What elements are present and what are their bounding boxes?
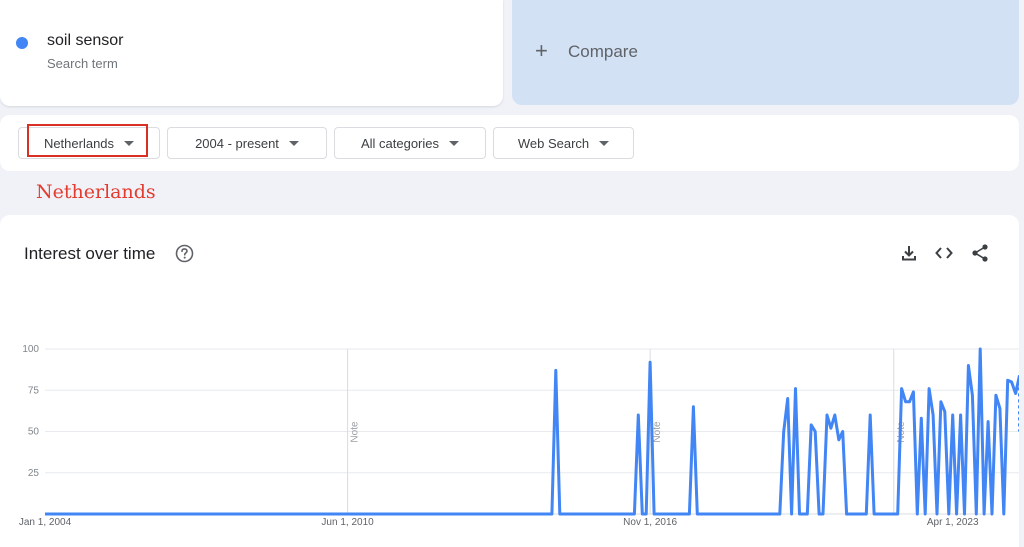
chevron-down-icon xyxy=(599,140,610,146)
y-tick-label: 75 xyxy=(28,385,40,396)
x-tick-label: Nov 1, 2016 xyxy=(623,517,677,528)
y-tick-label: 50 xyxy=(28,427,40,438)
panel-title: Interest over time xyxy=(24,244,156,263)
interest-over-time-chart: 255075100Note Note NoteJan 1, 2004 Jun 1, 2… xyxy=(19,344,1019,528)
search-term-subtitle: Search term xyxy=(47,56,118,71)
search-term-name[interactable]: soil sensor xyxy=(47,32,123,50)
x-tick-label: Jun 1, 2010 xyxy=(321,517,374,528)
category-filter[interactable]: All categories xyxy=(334,127,486,159)
category-filter-label: All categories xyxy=(360,135,440,151)
note-label: Note xyxy=(652,421,663,443)
region-filter-label: Netherlands xyxy=(43,135,115,151)
embed-icon[interactable] xyxy=(934,243,954,263)
x-tick-label: Jan 1, 2004 xyxy=(19,517,72,528)
filter-bar: Netherlands 2004 - present All categorie… xyxy=(0,115,1019,171)
chevron-down-icon xyxy=(288,140,299,146)
y-tick-label: 25 xyxy=(28,468,40,479)
compare-label[interactable]: Compare xyxy=(568,42,638,62)
region-filter[interactable]: Netherlands xyxy=(18,127,160,159)
chevron-down-icon xyxy=(449,140,460,146)
download-icon[interactable] xyxy=(899,243,919,263)
chevron-down-icon xyxy=(124,140,135,146)
help-icon[interactable] xyxy=(175,244,194,263)
time-range-filter-label: 2004 - present xyxy=(195,135,279,151)
search-type-filter-label: Web Search xyxy=(517,135,590,151)
time-range-filter[interactable]: 2004 - present xyxy=(167,127,327,159)
note-label: Note xyxy=(350,421,361,443)
y-tick-label: 100 xyxy=(22,344,39,355)
x-tick-label: Apr 1, 2023 xyxy=(927,517,979,528)
search-term-card[interactable]: soil sensor Search term xyxy=(0,0,503,106)
series-color-dot xyxy=(16,37,28,49)
search-type-filter[interactable]: Web Search xyxy=(493,127,634,159)
share-icon[interactable] xyxy=(970,243,990,263)
plus-icon[interactable]: + xyxy=(535,39,548,63)
annotation-text: Netherlands xyxy=(36,181,156,203)
